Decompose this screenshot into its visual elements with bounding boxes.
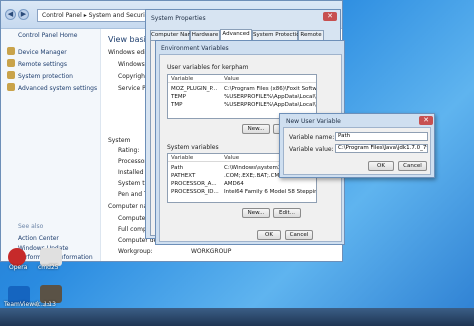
shield-icon bbox=[7, 59, 15, 67]
value-column-header[interactable]: Value bbox=[224, 76, 239, 82]
system-new-button[interactable]: New... bbox=[242, 208, 270, 218]
shield-icon bbox=[7, 47, 15, 55]
variable-value-label: Variable value: bbox=[289, 146, 334, 153]
rating-label[interactable]: Rating: bbox=[118, 147, 139, 154]
tab-computer-name[interactable]: Computer Name bbox=[150, 30, 196, 40]
user-var-value[interactable]: %USERPROFILE%\AppData\Local\Temp bbox=[224, 94, 316, 100]
action-center-link[interactable]: Action Center bbox=[18, 235, 59, 242]
tab-strip: Computer Name Hardware Advanced System P… bbox=[150, 29, 336, 40]
variable-name-field[interactable]: Path bbox=[335, 132, 428, 141]
address-field[interactable]: Control Panel ▸ System and Security bbox=[37, 9, 151, 22]
user-var-name[interactable]: TEMP bbox=[171, 94, 223, 100]
workgroup-value: WORKGROUP bbox=[191, 248, 232, 255]
sys-var-name[interactable]: PROCESSOR_ID... bbox=[171, 189, 223, 195]
computer-name-section: Computer na bbox=[108, 203, 148, 210]
sys-var-name[interactable]: Path bbox=[171, 165, 223, 171]
user-var-name[interactable]: MOZ_PLUGIN_P... bbox=[171, 86, 223, 92]
left-pane: Control Panel Home Device Manager Remote… bbox=[1, 29, 101, 261]
shield-icon bbox=[7, 83, 15, 91]
control-panel-home-link[interactable]: Control Panel Home bbox=[18, 32, 77, 39]
photo-label: (...) 13 bbox=[36, 301, 56, 308]
value-column-header[interactable]: Value bbox=[224, 155, 239, 161]
user-var-name[interactable]: TMP bbox=[171, 102, 223, 108]
dialog-title: Environment Variables bbox=[161, 45, 229, 52]
taskbar[interactable] bbox=[0, 308, 474, 326]
nav-buttons: ◀ ▶ bbox=[5, 9, 29, 21]
user-new-button[interactable]: New... bbox=[242, 124, 270, 134]
cancel-button[interactable]: Cancel bbox=[285, 230, 313, 240]
ok-button[interactable]: OK bbox=[257, 230, 281, 240]
dialog-title: System Properties bbox=[151, 15, 206, 22]
system-edit-button[interactable]: Edit... bbox=[273, 208, 301, 218]
system-protection-link[interactable]: System protection bbox=[7, 71, 73, 80]
advanced-system-settings-link[interactable]: Advanced system settings bbox=[7, 83, 97, 92]
system-variables-label: System variables bbox=[167, 144, 219, 151]
tab-hardware[interactable]: Hardware bbox=[190, 30, 220, 40]
user-var-value[interactable]: C:\Program Files (x86)\Foxit Software\..… bbox=[224, 86, 316, 92]
back-icon[interactable]: ◀ bbox=[5, 9, 16, 20]
variable-name-label: Variable name: bbox=[289, 134, 335, 141]
close-icon[interactable]: ✕ bbox=[323, 12, 337, 21]
device-manager-link[interactable]: Device Manager bbox=[7, 47, 67, 56]
user-var-value[interactable]: %USERPROFILE%\AppData\Local\Temp bbox=[224, 102, 316, 108]
tab-system-protection[interactable]: System Protection bbox=[252, 30, 303, 40]
shield-icon bbox=[7, 71, 15, 79]
remote-settings-link[interactable]: Remote settings bbox=[7, 59, 67, 68]
dialog-body: Variable name: Path Variable value: C:\P… bbox=[283, 127, 431, 175]
sys-var-value[interactable]: AMD64 bbox=[224, 181, 316, 187]
opera-label: Opera bbox=[9, 264, 28, 271]
new-user-variable-dialog: New User Variable ✕ Variable name: Path … bbox=[279, 113, 435, 178]
see-also-heading: See also bbox=[18, 223, 44, 230]
list-header: Variable Value bbox=[168, 75, 316, 83]
sys-var-value[interactable]: Intel64 Family 6 Model 58 Stepping 9, G.… bbox=[224, 189, 316, 195]
shortcut-label: cmd25 bbox=[38, 264, 59, 271]
workgroup-label: Workgroup: bbox=[118, 248, 153, 255]
dialog-title: New User Variable bbox=[286, 118, 341, 125]
sys-var-name[interactable]: PROCESSOR_A... bbox=[171, 181, 223, 187]
variable-column-header[interactable]: Variable bbox=[171, 155, 193, 161]
variable-value-field[interactable]: C:\Program Files\Java\jdk1.7.0_79\bin bbox=[335, 144, 428, 153]
sys-var-name[interactable]: PATHEXT bbox=[171, 173, 223, 179]
user-variables-label: User variables for kerpham bbox=[167, 64, 249, 71]
forward-icon[interactable]: ▶ bbox=[17, 9, 29, 20]
cancel-button[interactable]: Cancel bbox=[398, 161, 427, 171]
tab-advanced[interactable]: Advanced bbox=[220, 29, 252, 40]
system-label: System bbox=[108, 137, 131, 144]
variable-column-header[interactable]: Variable bbox=[171, 76, 193, 82]
close-icon[interactable]: ✕ bbox=[419, 116, 433, 125]
ok-button[interactable]: OK bbox=[368, 161, 394, 171]
tab-remote[interactable]: Remote bbox=[298, 30, 324, 40]
